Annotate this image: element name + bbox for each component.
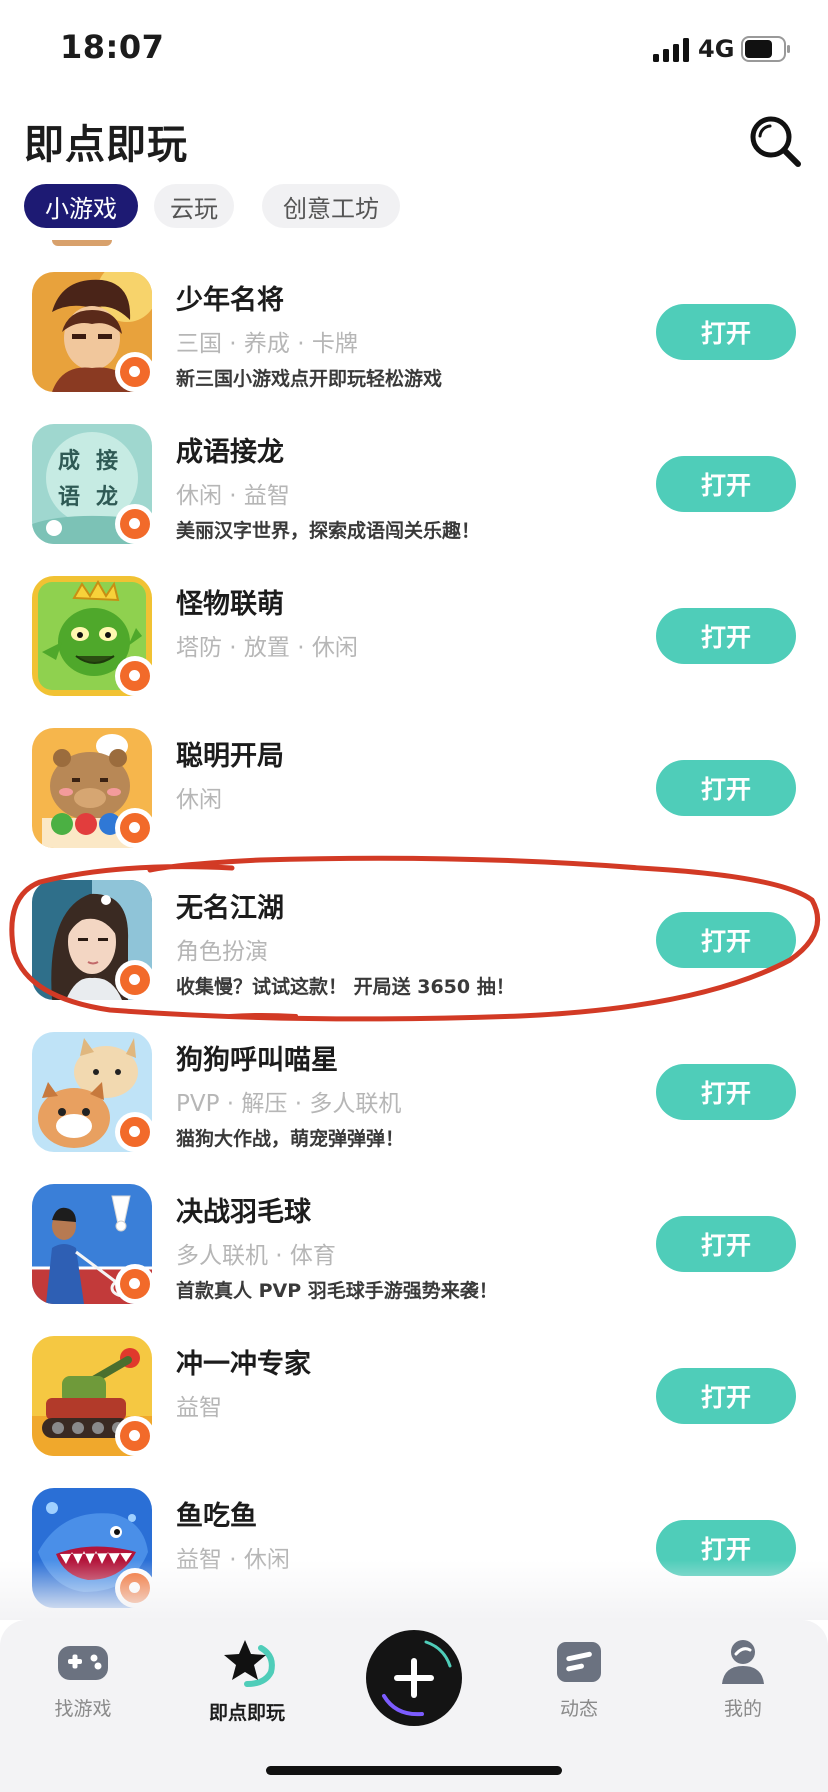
game-description: 新三国小游戏点开即玩轻松游戏 (176, 368, 443, 390)
game-row[interactable]: 狗狗呼叫喵星 PVP · 解压 · 多人联机 猫狗大作战，萌宠弹弹弹！ 打开 (0, 1032, 828, 1184)
nav-profile[interactable]: 我的 (678, 1638, 808, 1721)
open-button[interactable]: 打开 (656, 912, 796, 968)
svg-text:接: 接 (96, 448, 118, 474)
game-description: 美丽汉字世界，探索成语闯关乐趣！ (176, 520, 481, 542)
game-tags: 休闲 (176, 787, 222, 813)
open-button[interactable]: 打开 (656, 760, 796, 816)
open-button[interactable]: 打开 (656, 1064, 796, 1120)
game-name: 成语接龙 (176, 437, 284, 468)
tab-mini-games[interactable]: 小游戏 (24, 184, 138, 228)
tab-creative-workshop[interactable]: 创意工坊 (262, 184, 400, 228)
network-type: 4G (698, 35, 735, 63)
svg-text:语: 语 (58, 484, 80, 510)
mini-game-badge (115, 656, 155, 696)
signal-icon (653, 38, 689, 62)
feed-icon (557, 1642, 601, 1682)
search-button[interactable] (746, 112, 806, 172)
mini-game-badge (115, 960, 155, 1000)
game-description: 首款真人 PVP 羽毛球手游强势来袭！ (176, 1280, 498, 1302)
star-icon (224, 1640, 275, 1687)
game-tags: 休闲 · 益智 (176, 483, 290, 509)
game-name: 鱼吃鱼 (176, 1501, 257, 1532)
game-list[interactable]: 少年名将 三国 · 养成 · 卡牌 新三国小游戏点开即玩轻松游戏 打开 成 接 … (0, 240, 828, 1620)
mini-game-badge (115, 352, 155, 392)
mini-game-badge (115, 1112, 155, 1152)
partial-game-icon (52, 240, 112, 246)
list-fade (0, 1560, 828, 1620)
game-row[interactable]: 成 接 语 龙 成语接龙 休闲 · 益智 美丽汉字世界，探索成语闯关乐趣！ 打开 (0, 424, 828, 576)
mini-game-badge (115, 504, 155, 544)
publish-button[interactable] (366, 1630, 462, 1726)
game-tags: 多人联机 · 体育 (176, 1243, 336, 1269)
game-name: 怪物联萌 (176, 589, 284, 620)
nav-find-games[interactable]: 找游戏 (18, 1638, 148, 1721)
nav-instant-play[interactable]: 即点即玩 (182, 1638, 312, 1725)
game-row[interactable]: 少年名将 三国 · 养成 · 卡牌 新三国小游戏点开即玩轻松游戏 打开 (0, 272, 828, 424)
search-icon (750, 116, 801, 167)
plus-icon (382, 1640, 452, 1717)
mini-game-badge (115, 1416, 155, 1456)
game-row[interactable]: 冲一冲专家 益智 打开 (0, 1336, 828, 1488)
nav-label: 即点即玩 (208, 1702, 285, 1724)
nav-label: 找游戏 (54, 1698, 112, 1720)
game-tags: 塔防 · 放置 · 休闲 (176, 635, 358, 661)
page-title: 即点即玩 (24, 122, 188, 168)
status-time: 18:07 (60, 28, 165, 66)
mini-game-badge (115, 1264, 155, 1304)
game-tags: 角色扮演 (176, 939, 268, 965)
game-tags: 三国 · 养成 · 卡牌 (176, 331, 358, 357)
game-row[interactable]: 聪明开局 休闲 打开 (0, 728, 828, 880)
battery-icon (741, 36, 790, 62)
home-indicator (266, 1766, 562, 1775)
game-row[interactable]: 怪物联萌 塔防 · 放置 · 休闲 打开 (0, 576, 828, 728)
status-bar: 18:07 4G (0, 0, 828, 100)
game-tags: PVP · 解压 · 多人联机 (176, 1091, 402, 1117)
game-name: 决战羽毛球 (176, 1197, 311, 1228)
svg-text:龙: 龙 (96, 484, 118, 510)
game-row[interactable]: 决战羽毛球 多人联机 · 体育 首款真人 PVP 羽毛球手游强势来袭！ 打开 (0, 1184, 828, 1336)
nav-label: 动态 (559, 1698, 598, 1720)
game-name: 狗狗呼叫喵星 (176, 1045, 338, 1076)
open-button[interactable]: 打开 (656, 304, 796, 360)
open-button[interactable]: 打开 (656, 1368, 796, 1424)
open-button[interactable]: 打开 (656, 608, 796, 664)
game-name: 无名江湖 (176, 893, 284, 924)
profile-icon (722, 1640, 764, 1684)
tab-cloud-play[interactable]: 云玩 (154, 184, 234, 228)
open-button[interactable]: 打开 (656, 456, 796, 512)
open-button[interactable]: 打开 (656, 1216, 796, 1272)
game-tags: 益智 (176, 1395, 222, 1421)
gamepad-icon (58, 1646, 108, 1680)
game-description: 猫狗大作战，萌宠弹弹弹！ (176, 1128, 405, 1150)
nav-feed[interactable]: 动态 (514, 1638, 644, 1721)
game-description: 收集慢？试试这款！ 开局送 3650 抽！ (176, 976, 515, 998)
game-name: 聪明开局 (176, 741, 284, 772)
svg-text:成: 成 (58, 448, 80, 474)
mini-game-badge (115, 808, 155, 848)
game-row[interactable]: 无名江湖 角色扮演 收集慢？试试这款！ 开局送 3650 抽！ 打开 (0, 880, 828, 1032)
nav-label: 我的 (723, 1698, 762, 1720)
game-name: 冲一冲专家 (176, 1349, 311, 1380)
game-name: 少年名将 (176, 285, 284, 316)
